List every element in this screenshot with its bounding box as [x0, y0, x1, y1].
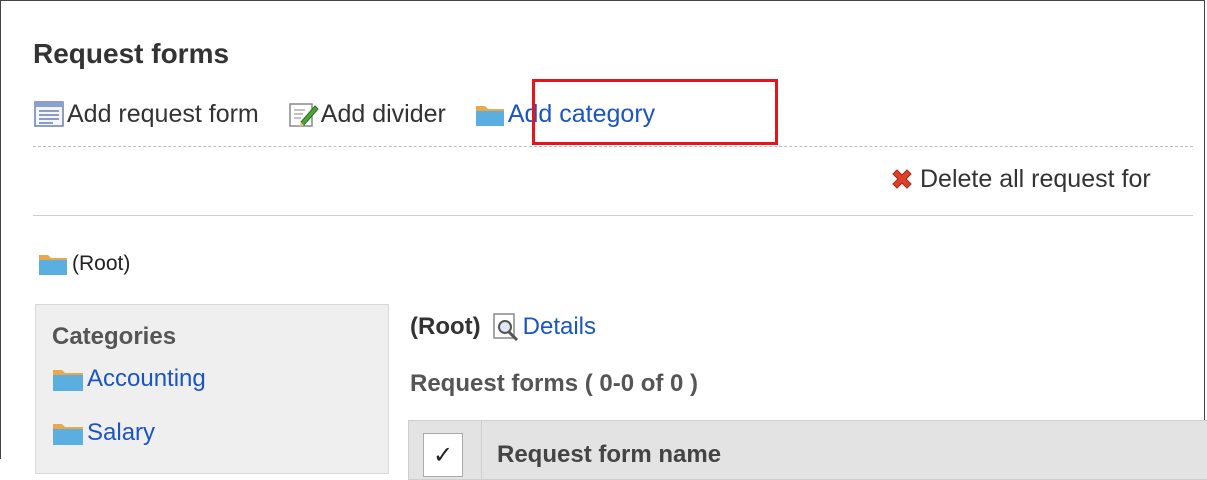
table-header: ✓ Request form name: [408, 420, 1207, 480]
page-title: Request forms: [33, 38, 230, 69]
column-divider: [481, 421, 482, 479]
breadcrumb-root: (Root): [72, 252, 131, 275]
folder-icon: [53, 424, 83, 445]
category-heading: (Root) Details: [410, 312, 596, 342]
highlight-frame: [532, 79, 778, 145]
column-header-name[interactable]: Request form name: [497, 441, 721, 469]
sidebar-item-accounting[interactable]: Accounting: [50, 365, 206, 393]
add-divider-label: Add divider: [320, 99, 446, 128]
delete-all-button[interactable]: Delete all request for: [888, 165, 1151, 194]
category-name: (Root): [410, 313, 481, 340]
sidebar-item-label: Accounting: [87, 365, 206, 392]
folder-icon: [53, 370, 83, 391]
sidebar-title: Categories: [52, 323, 177, 350]
edit-note-icon: [289, 103, 319, 127]
details-link[interactable]: Details: [491, 312, 596, 342]
forms-count: Request forms ( 0-0 of 0 ): [410, 370, 699, 397]
form-list-icon: [34, 101, 64, 127]
categories-sidebar: Categories Accounting Salary: [35, 304, 389, 474]
delete-all-label: Delete all request for: [920, 165, 1151, 193]
select-all-checkbox[interactable]: ✓: [423, 433, 463, 477]
folder-icon: [475, 106, 504, 126]
add-request-form-label: Add request form: [67, 99, 259, 128]
sidebar-item-salary[interactable]: Salary: [50, 419, 155, 447]
add-request-form-button[interactable]: Add request form: [33, 100, 259, 129]
divider-dashed: [33, 146, 1193, 147]
add-divider-button[interactable]: Add divider: [287, 100, 446, 129]
folder-icon: [39, 255, 67, 275]
delete-x-icon: [892, 168, 912, 189]
details-label: Details: [522, 313, 596, 340]
magnifier-icon: [492, 313, 518, 342]
sidebar-item-label: Salary: [87, 419, 156, 446]
breadcrumb: (Root): [36, 251, 130, 277]
divider-solid: [33, 215, 1193, 216]
